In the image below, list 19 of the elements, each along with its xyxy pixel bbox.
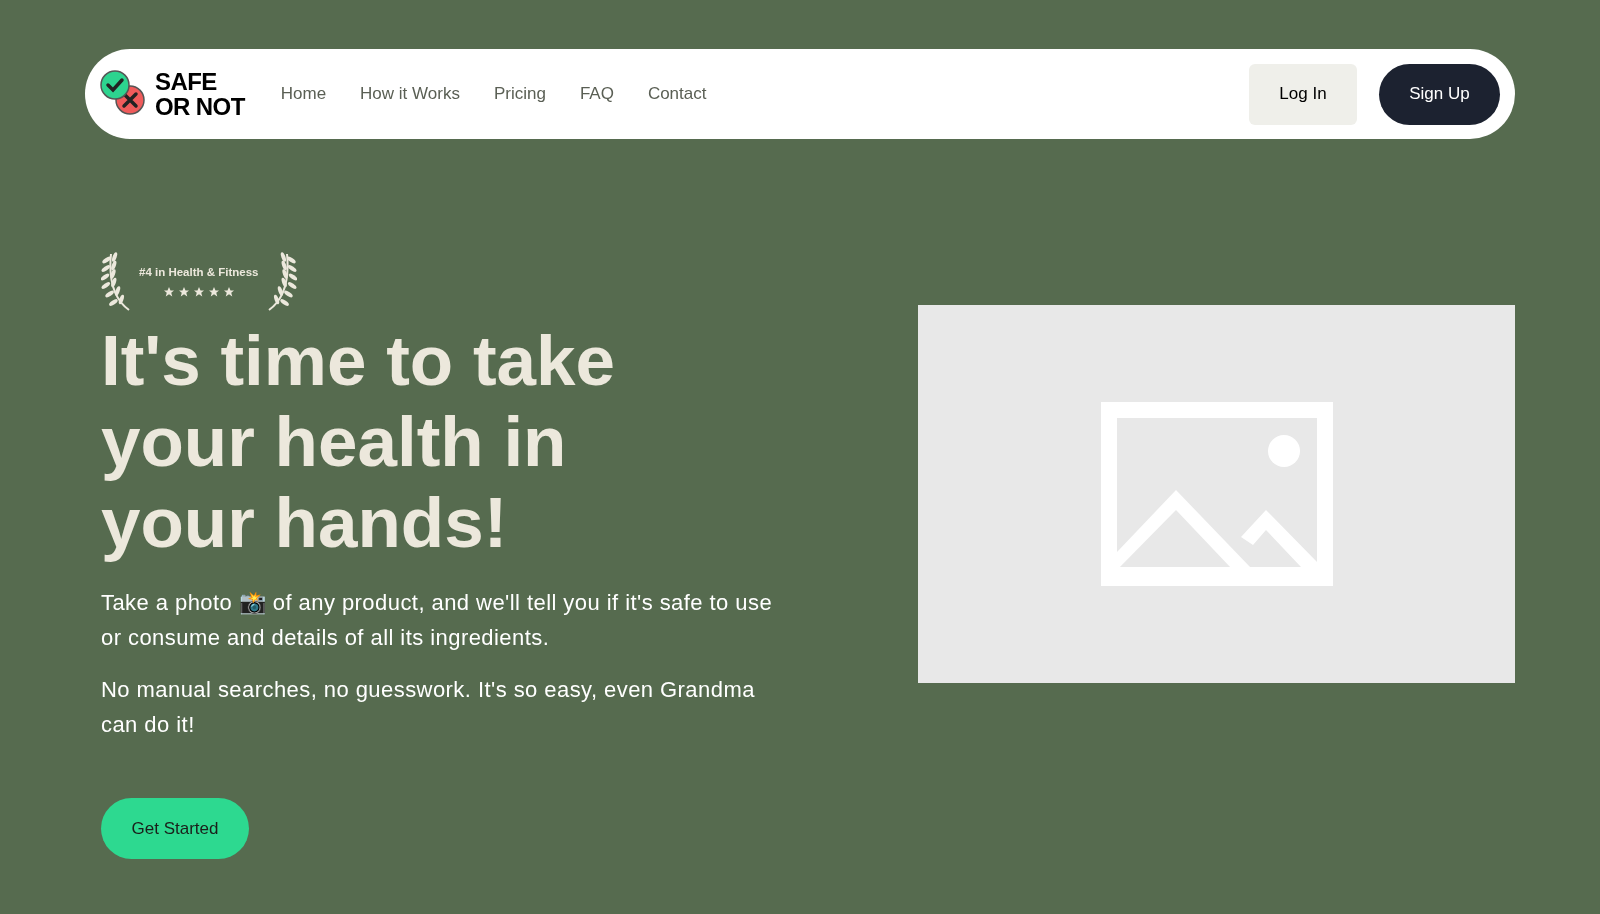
star-icon xyxy=(207,285,220,298)
award-text: #4 in Health & Fitness xyxy=(139,265,259,281)
get-started-button[interactable]: Get Started xyxy=(101,798,249,859)
hero-heading: It's time to take your health in your hands! xyxy=(101,320,617,563)
nav-link[interactable]: Contact xyxy=(647,81,707,107)
nav-link[interactable]: How it Works xyxy=(360,81,460,107)
star-icon xyxy=(162,285,175,298)
nav-link[interactable]: Pricing xyxy=(493,81,546,107)
nav-link[interactable]: FAQ xyxy=(579,81,614,107)
star-icon xyxy=(222,285,235,298)
hero-paragraph: No manual searches, no guesswork. It's so easy, even Grandma can do it! xyxy=(101,676,756,739)
login-button[interactable]: Log In xyxy=(1249,63,1357,125)
nav-link[interactable]: Home xyxy=(280,81,327,107)
hero-paragraph: Take a photo 📸 of any product, and we'll tell you if it's safe to use or consume and details of all its ingredients. xyxy=(101,589,774,652)
logo-text: OR NOT xyxy=(155,94,245,119)
signup-button[interactable]: Sign Up xyxy=(1379,63,1500,125)
star-icon xyxy=(177,285,190,298)
star-icon xyxy=(192,285,205,298)
logo-text: SAFE xyxy=(155,69,218,94)
